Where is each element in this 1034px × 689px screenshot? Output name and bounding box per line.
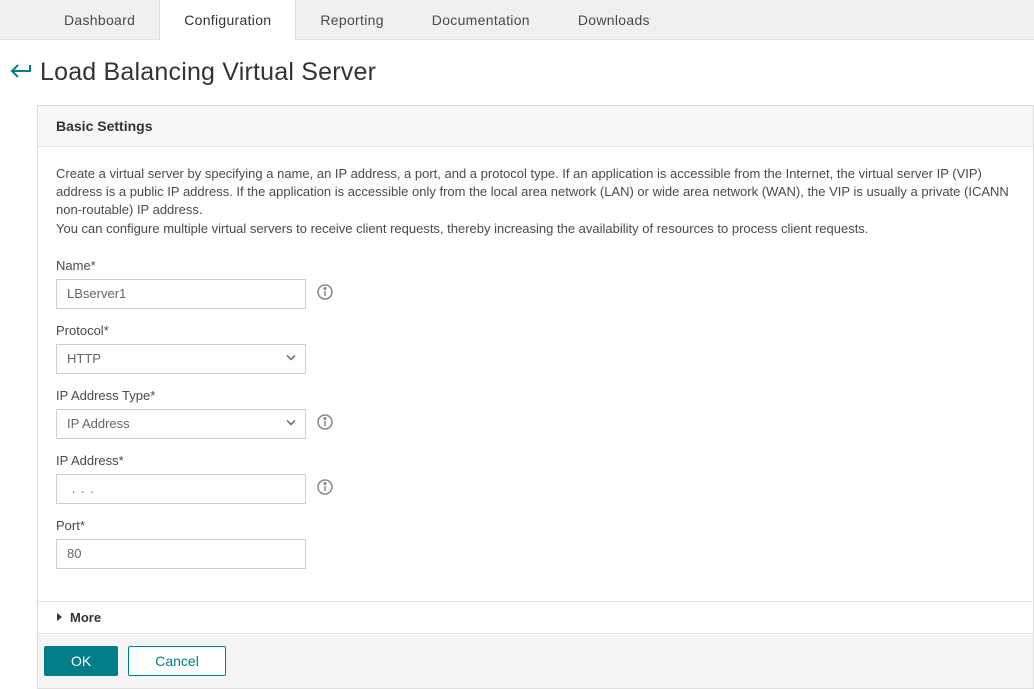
cancel-button[interactable]: Cancel (128, 646, 226, 676)
port-input[interactable] (56, 539, 306, 569)
ip-type-label: IP Address Type* (56, 388, 1015, 403)
panel-description: Create a virtual server by specifying a … (56, 165, 1015, 238)
tab-bar: Dashboard Configuration Reporting Docume… (0, 0, 1034, 40)
chevron-right-icon (56, 612, 64, 622)
chevron-down-icon (285, 416, 297, 431)
tab-documentation[interactable]: Documentation (408, 0, 554, 40)
tab-downloads[interactable]: Downloads (554, 0, 674, 40)
ip-type-select[interactable]: IP Address (56, 409, 306, 439)
back-arrow-icon[interactable] (10, 62, 32, 83)
tab-reporting[interactable]: Reporting (296, 0, 407, 40)
chevron-down-icon (285, 351, 297, 366)
protocol-label: Protocol* (56, 323, 1015, 338)
ok-button[interactable]: OK (44, 646, 118, 676)
more-toggle[interactable]: More (38, 601, 1033, 633)
tab-configuration[interactable]: Configuration (159, 0, 296, 40)
name-label: Name* (56, 258, 1015, 273)
tab-dashboard[interactable]: Dashboard (40, 0, 159, 40)
action-bar: OK Cancel (38, 633, 1033, 688)
name-input[interactable] (56, 279, 306, 309)
info-icon[interactable] (316, 283, 334, 304)
info-icon[interactable] (316, 478, 334, 499)
ip-address-input[interactable] (56, 474, 306, 504)
info-icon[interactable] (316, 413, 334, 434)
panel-title: Basic Settings (38, 106, 1033, 147)
basic-settings-panel: Basic Settings Create a virtual server b… (37, 105, 1034, 689)
ip-address-label: IP Address* (56, 453, 1015, 468)
protocol-select[interactable]: HTTP (56, 344, 306, 374)
page-title: Load Balancing Virtual Server (40, 58, 376, 87)
port-label: Port* (56, 518, 1015, 533)
